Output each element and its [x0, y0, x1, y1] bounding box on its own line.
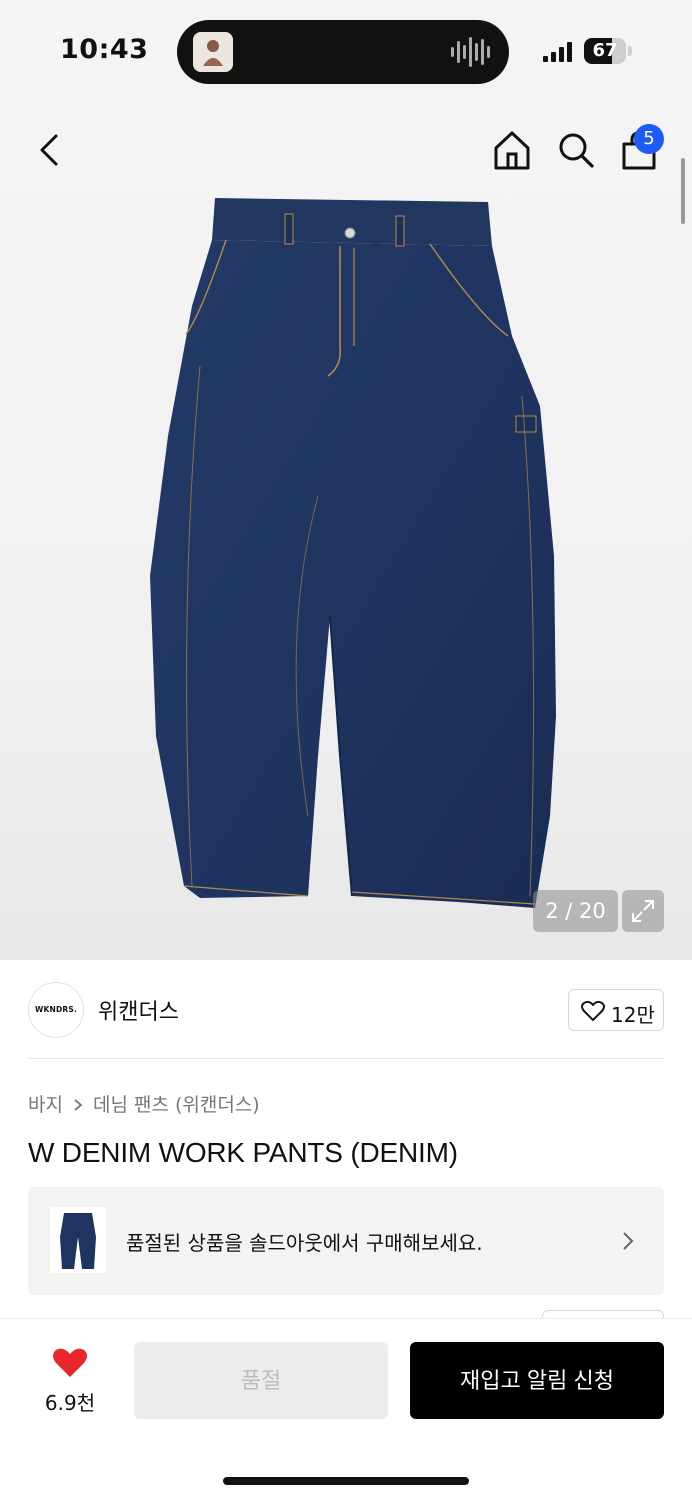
breadcrumb-category[interactable]: 바지	[28, 1090, 63, 1117]
brand-like-count: 12만	[611, 1003, 655, 1027]
product-image[interactable]	[140, 196, 560, 916]
expand-image-button[interactable]	[622, 890, 664, 932]
dynamic-island[interactable]	[177, 20, 509, 84]
heart-outline-icon	[581, 1000, 605, 1021]
audio-wave-icon	[451, 34, 491, 70]
brand-name[interactable]: 위캔더스	[98, 994, 179, 1026]
breadcrumb: 바지 데님 팬츠 (위캔더스)	[28, 1090, 260, 1117]
home-indicator[interactable]	[223, 1477, 469, 1485]
search-button[interactable]	[556, 128, 596, 172]
brand-like-button[interactable]: 12만	[568, 989, 664, 1031]
battery-tip	[628, 46, 632, 56]
home-button[interactable]	[492, 128, 532, 172]
image-counter: 2 / 20	[533, 890, 618, 932]
battery-level: 67	[592, 40, 618, 61]
heart-filled-icon[interactable]	[52, 1347, 88, 1379]
breadcrumb-subcategory[interactable]: 데님 팬츠 (위캔더스)	[93, 1090, 260, 1117]
chevron-right-icon	[71, 1096, 85, 1112]
wishlist-count: 6.9천	[44, 1391, 96, 1415]
home-icon	[494, 131, 530, 170]
restock-alert-button[interactable]: 재입고 알림 신청	[410, 1342, 664, 1419]
cellular-signal-icon	[543, 40, 575, 62]
product-image-gallery[interactable]: 5 2 / 20	[0, 100, 692, 960]
banner-text: 품절된 상품을 솔드아웃에서 구매해보세요.	[126, 1231, 483, 1255]
product-title: W DENIM WORK PANTS (DENIM)	[28, 1137, 458, 1168]
cart-count-badge: 5	[634, 124, 664, 154]
divider	[28, 1058, 664, 1059]
now-playing-thumbnail	[193, 32, 233, 72]
soldout-button[interactable]: 품절	[134, 1342, 388, 1419]
chevron-right-icon	[623, 1232, 634, 1250]
chevron-left-icon	[40, 134, 58, 166]
soldout-market-banner[interactable]: 품절된 상품을 솔드아웃에서 구매해보세요.	[28, 1187, 664, 1295]
back-button[interactable]	[34, 128, 68, 172]
status-time: 10:43	[60, 34, 149, 65]
bottom-action-bar: 6.9천 품절 재입고 알림 신청	[0, 1318, 692, 1500]
denim-pants-image	[150, 198, 556, 908]
brand-logo[interactable]: WKNDRS.	[28, 982, 84, 1038]
search-icon	[559, 133, 594, 168]
status-bar: 10:43 67	[0, 0, 692, 100]
battery-icon: 67	[584, 38, 626, 64]
scrollbar[interactable]	[681, 158, 685, 224]
expand-icon	[632, 900, 654, 922]
banner-product-thumbnail	[50, 1207, 106, 1273]
